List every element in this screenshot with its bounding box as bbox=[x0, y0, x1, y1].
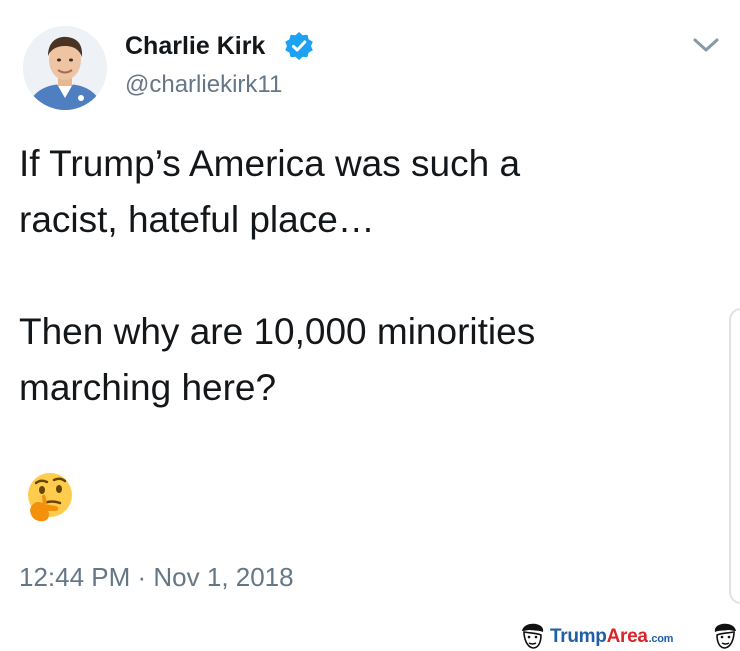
side-panel-edge bbox=[729, 308, 740, 604]
tweet-timestamp[interactable]: 12:44 PM · Nov 1, 2018 bbox=[19, 560, 294, 594]
tweet-text: If Trump’s America was such a racist, ha… bbox=[19, 136, 719, 416]
author-handle[interactable]: @charliekirk11 bbox=[125, 70, 282, 100]
trump-caricature-icon bbox=[714, 623, 736, 649]
watermark-trump: Trump bbox=[550, 626, 607, 647]
watermark-dotcom: .com bbox=[648, 633, 674, 645]
watermark-text: TrumpArea.com bbox=[550, 626, 673, 650]
tweet-paragraph: Then why are 10,000 minorities marching … bbox=[19, 311, 536, 408]
chevron-down-icon[interactable] bbox=[690, 34, 722, 56]
author-display-name[interactable]: Charlie Kirk bbox=[125, 30, 265, 62]
watermark-area: Area bbox=[606, 626, 648, 647]
avatar[interactable] bbox=[23, 26, 107, 110]
thinking-face-icon bbox=[28, 473, 72, 522]
verified-badge-icon bbox=[285, 32, 313, 60]
tweet-paragraph: If Trump’s America was such a racist, ha… bbox=[19, 143, 521, 240]
watermark: TrumpArea.com bbox=[518, 622, 740, 651]
avatar-photo bbox=[23, 26, 107, 110]
trump-caricature-icon bbox=[522, 623, 544, 649]
